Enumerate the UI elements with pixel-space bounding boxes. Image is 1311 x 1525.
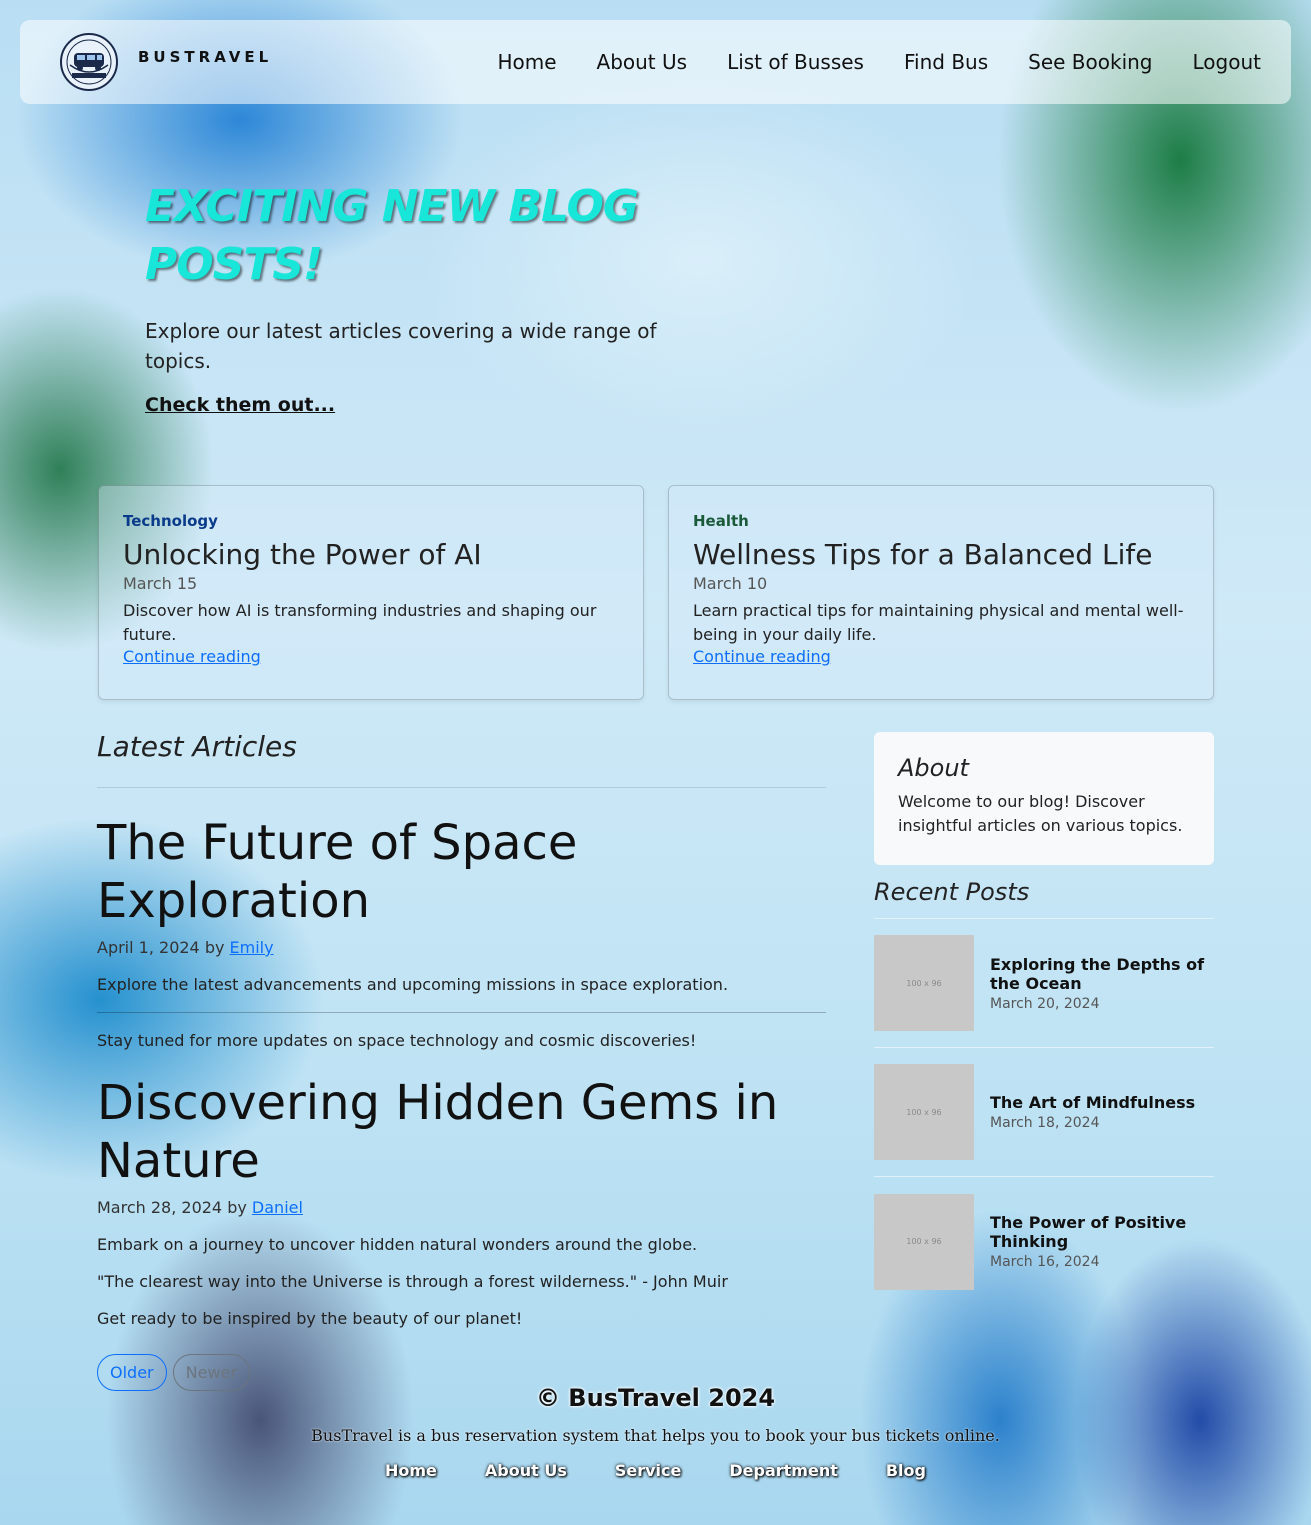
card-description: Learn practical tips for maintaining phy… — [693, 601, 1184, 644]
post-author-link[interactable]: Daniel — [252, 1198, 303, 1217]
recent-post-date: March 18, 2024 — [990, 1115, 1100, 1131]
divider — [97, 787, 826, 788]
post-date: March 28, 2024 by — [97, 1198, 247, 1217]
nav-see-booking-link[interactable]: See Booking — [1008, 50, 1172, 74]
post-date: April 1, 2024 by — [97, 938, 225, 957]
recent-post-title[interactable]: The Power of Positive Thinking — [990, 1213, 1214, 1251]
hero-title: EXCITING NEW BLOG POSTS! — [145, 181, 639, 290]
hero: EXCITING NEW BLOG POSTS! Explore our lat… — [145, 178, 705, 416]
card-title: Wellness Tips for a Balanced Life — [693, 538, 1153, 571]
latest-articles: Latest Articles The Future of Space Expl… — [97, 730, 826, 1391]
nav-busses-link[interactable]: List of Busses — [707, 50, 884, 74]
footer-copyright: © BusTravel 2024 — [535, 1384, 776, 1412]
post-thumbnail: 100 x 96 — [874, 1064, 974, 1160]
nav-links: Home About Us List of Busses Find Bus Se… — [477, 50, 1261, 74]
recent-post-date: March 16, 2024 — [990, 1254, 1100, 1270]
footer-blog-link[interactable]: Blog — [862, 1461, 950, 1480]
card-date: March 15 — [123, 574, 198, 593]
post-quote: "The clearest way into the Universe is t… — [97, 1272, 728, 1291]
footer-tagline: BusTravel is a bus reservation system th… — [311, 1426, 1000, 1445]
nav-about-link[interactable]: About Us — [577, 50, 708, 74]
navbar: BUSTRAVEL Home About Us List of Busses F… — [20, 20, 1291, 104]
nav-home-link[interactable]: Home — [477, 50, 576, 74]
footer-home-link[interactable]: Home — [361, 1461, 461, 1480]
post-title: The Future of Space Exploration — [97, 815, 578, 929]
about-box: About Welcome to our blog! Discover insi… — [874, 732, 1214, 865]
post-thumbnail: 100 x 96 — [874, 1193, 974, 1290]
recent-post-item[interactable]: 100 x 96 Exploring the Depths of the Oce… — [874, 919, 1214, 1048]
nav-logout-link[interactable]: Logout — [1173, 50, 1261, 74]
footer-links: Home About Us Service Department Blog — [0, 1461, 1311, 1480]
brand[interactable]: BUSTRAVEL — [60, 33, 272, 91]
post-closing: Get ready to be inspired by the beauty o… — [97, 1309, 523, 1328]
about-title: About — [898, 754, 969, 782]
section-title: Latest Articles — [97, 730, 297, 763]
hero-cta-link[interactable]: Check them out... — [145, 394, 335, 416]
card-title: Unlocking the Power of AI — [123, 538, 482, 571]
recent-post-date: March 20, 2024 — [990, 995, 1100, 1012]
recent-post-item[interactable]: 100 x 96 The Power of Positive Thinking … — [874, 1177, 1214, 1306]
card-category: Health — [693, 512, 749, 530]
card-date: March 10 — [693, 574, 768, 593]
featured-card-technology: Technology Unlocking the Power of AI Mar… — [98, 485, 644, 700]
recent-posts-title: Recent Posts — [874, 878, 1030, 906]
blog-post: Discovering Hidden Gems in Nature March … — [97, 1074, 826, 1328]
divider — [97, 1012, 826, 1013]
post-meta: April 1, 2024 by Emily — [97, 938, 826, 957]
footer: © BusTravel 2024 BusTravel is a bus rese… — [0, 1384, 1311, 1480]
card-description: Discover how AI is transforming industri… — [123, 601, 597, 644]
nav-find-bus-link[interactable]: Find Bus — [884, 50, 1008, 74]
post-author-link[interactable]: Emily — [230, 938, 274, 957]
featured-card-health: Health Wellness Tips for a Balanced Life… — [668, 485, 1214, 700]
bus-logo-icon[interactable] — [60, 33, 118, 91]
post-meta: March 28, 2024 by Daniel — [97, 1198, 826, 1217]
brand-name[interactable]: BUSTRAVEL — [138, 48, 272, 66]
post-thumbnail: 100 x 96 — [874, 935, 974, 1031]
post-summary: Embark on a journey to uncover hidden na… — [97, 1235, 698, 1254]
continue-reading-link[interactable]: Continue reading — [693, 647, 831, 666]
recent-posts: Recent Posts 100 x 96 Exploring the Dept… — [874, 878, 1214, 1306]
hero-subtitle: Explore our latest articles covering a w… — [145, 319, 657, 373]
footer-about-link[interactable]: About Us — [461, 1461, 591, 1480]
post-title: Discovering Hidden Gems in Nature — [97, 1075, 779, 1189]
card-category: Technology — [123, 512, 218, 530]
continue-reading-link[interactable]: Continue reading — [123, 647, 261, 666]
post-summary: Explore the latest advancements and upco… — [97, 975, 729, 994]
recent-post-item[interactable]: 100 x 96 The Art of Mindfulness March 18… — [874, 1048, 1214, 1177]
recent-post-title[interactable]: Exploring the Depths of the Ocean — [990, 955, 1214, 993]
blog-post: The Future of Space Exploration April 1,… — [97, 814, 826, 1050]
recent-post-title[interactable]: The Art of Mindfulness — [990, 1093, 1195, 1112]
footer-service-link[interactable]: Service — [591, 1461, 706, 1480]
about-text: Welcome to our blog! Discover insightful… — [898, 792, 1183, 835]
footer-department-link[interactable]: Department — [705, 1461, 861, 1480]
post-closing: Stay tuned for more updates on space tec… — [97, 1031, 697, 1050]
